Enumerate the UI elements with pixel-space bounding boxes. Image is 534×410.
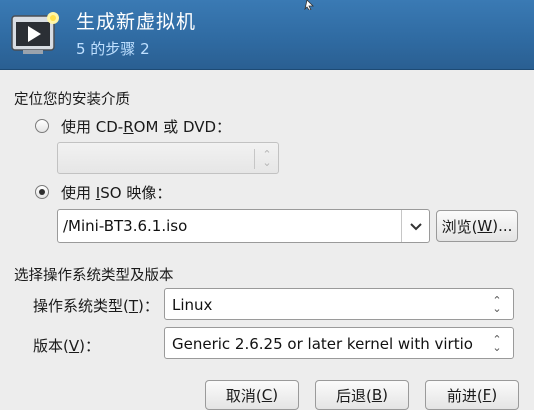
spinner-arrows-icon: ⌃ ⌄	[492, 294, 502, 315]
cdrom-label: 使用 CD-ROM 或 DVD：	[61, 117, 232, 136]
forward-button[interactable]: 前进(F)	[425, 380, 519, 410]
iso-path-value[interactable]: /Mini-BT3.6.1.iso	[63, 217, 393, 235]
chevron-down-icon[interactable]	[409, 222, 423, 232]
os-version-value: Generic 2.6.25 or later kernel with virt…	[172, 335, 473, 353]
iso-option[interactable]: 使用 ISO 映像：	[35, 182, 275, 202]
wizard-header: 生成新虚拟机 5 的步骤 2	[0, 0, 534, 70]
spinner-arrows-icon: ⌃ ⌄	[262, 148, 272, 169]
install-media-section-title: 定位您的安装介质	[14, 92, 130, 108]
cdrom-option[interactable]: 使用 CD-ROM 或 DVD：	[35, 116, 275, 136]
virtual-machine-icon	[11, 12, 59, 54]
wizard-step-indicator: 5 的步骤 2	[76, 40, 150, 58]
iso-radio[interactable]	[35, 185, 49, 199]
os-type-select[interactable]: Linux ⌃ ⌄	[164, 288, 514, 320]
cdrom-radio[interactable]	[35, 119, 49, 133]
os-section-title: 选择操作系统类型及版本	[14, 268, 174, 284]
os-type-value: Linux	[172, 296, 213, 314]
spinner-arrows-icon: ⌃ ⌄	[492, 333, 502, 354]
cdrom-device-select: ⌃ ⌄	[57, 142, 279, 174]
os-version-select[interactable]: Generic 2.6.25 or later kernel with virt…	[164, 327, 514, 359]
cancel-button[interactable]: 取消(C)	[205, 380, 299, 410]
mouse-cursor-icon	[304, 0, 314, 10]
iso-path-combo[interactable]: /Mini-BT3.6.1.iso	[57, 209, 430, 243]
browse-button[interactable]: 浏览(W)...	[436, 210, 518, 242]
os-version-label: 版本(V)：	[33, 337, 100, 355]
back-button[interactable]: 后退(B)	[315, 380, 409, 410]
os-type-label: 操作系统类型(T)：	[33, 297, 159, 315]
iso-label: 使用 ISO 映像：	[61, 183, 172, 202]
wizard-title: 生成新虚拟机	[76, 11, 197, 33]
